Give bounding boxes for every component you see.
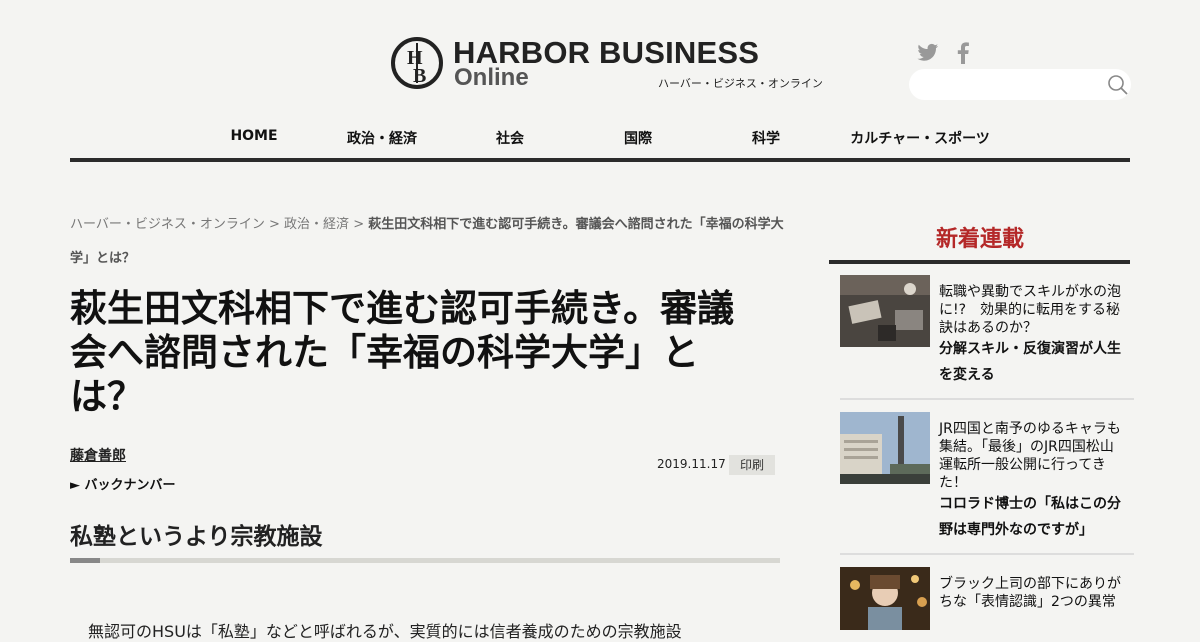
nav-item-politics-economy[interactable]: 政治・経済 — [347, 128, 417, 148]
sidebar-title: 新着連載 — [935, 227, 1024, 252]
nav-item-society[interactable]: 社会 — [496, 128, 524, 148]
sidebar-item-headline[interactable]: ブラック上司の部下にありがちな「表情認識」2つの異常 — [939, 575, 1124, 611]
svg-text:B: B — [413, 65, 426, 87]
sidebar-item-thumbnail[interactable] — [840, 275, 930, 347]
breadcrumb-category-link[interactable]: 政治・経済 — [284, 217, 349, 232]
sidebar-item-series: 分解スキル・反復演習が人生を変える — [939, 341, 1121, 383]
sidebar-item-separator — [840, 553, 1134, 555]
breadcrumb-separator: > — [264, 217, 285, 232]
main-nav: HOME 政治・経済 社会 国際 科学 カルチャー・スポーツ — [70, 126, 1130, 162]
article-body-text: 無認可のHSUは「私塾」などと呼ばれるが、実質的には信者養成のための宗教施設 — [88, 622, 682, 641]
search-icon[interactable] — [1107, 74, 1129, 96]
section-heading-underline-accent — [70, 558, 100, 563]
nav-item-science[interactable]: 科学 — [752, 128, 780, 148]
hb-logo-mark-icon: H B — [391, 37, 443, 89]
sidebar-item-thumbnail[interactable] — [840, 412, 930, 484]
nav-item-culture-sports[interactable]: カルチャー・スポーツ — [850, 128, 990, 148]
sidebar-item-series: コロラド博士の「私はこの分野は専門外なのですが」 — [939, 496, 1121, 538]
breadcrumb-separator: > — [349, 217, 369, 232]
site-logo[interactable]: H B HARBOR BUSINESS Online ハーバー・ビジネス・オンラ… — [391, 35, 823, 93]
sidebar-item-separator — [840, 398, 1134, 400]
logo-kana: ハーバー・ビジネス・オンライン — [658, 77, 823, 90]
breadcrumb-home-link[interactable]: ハーバー・ビジネス・オンライン — [70, 217, 265, 232]
article-title: 萩生田文科相下で進む認可手続き。審議会へ諮問された「幸福の科学大学」とは？ — [70, 287, 735, 418]
search-input[interactable] — [921, 74, 1105, 96]
twitter-icon[interactable] — [917, 43, 939, 63]
backnumber-link[interactable]: ► バックナンバー — [70, 474, 176, 493]
facebook-icon[interactable] — [956, 42, 970, 64]
sidebar-title-rule — [829, 260, 1130, 264]
sidebar-item-headline[interactable]: JR四国と南予のゆるキャラも集結。「最後」のJR四国松山運転所一般公開に行ってき… — [939, 420, 1124, 492]
nav-item-home[interactable]: HOME — [230, 128, 277, 144]
print-button[interactable]: 印刷 — [729, 455, 775, 475]
sidebar-item-headline[interactable]: 転職や異動でスキルが水の泡に!? 効果的に転用をする秘訣はあるのか？ — [939, 283, 1124, 337]
nav-item-international[interactable]: 国際 — [624, 128, 652, 148]
section-heading: 私塾というより宗教施設 — [70, 524, 323, 550]
section-heading-underline — [70, 558, 780, 563]
publish-date: 2019.11.17 — [657, 457, 726, 471]
logo-online: Online — [454, 64, 529, 91]
author-link[interactable]: 藤倉善郎 — [70, 445, 126, 465]
search-box — [909, 69, 1131, 100]
sidebar-item-thumbnail[interactable] — [840, 567, 930, 630]
breadcrumb: ハーバー・ビジネス・オンライン > 政治・経済 > 萩生田文科相下で進む認可手続… — [70, 208, 785, 276]
